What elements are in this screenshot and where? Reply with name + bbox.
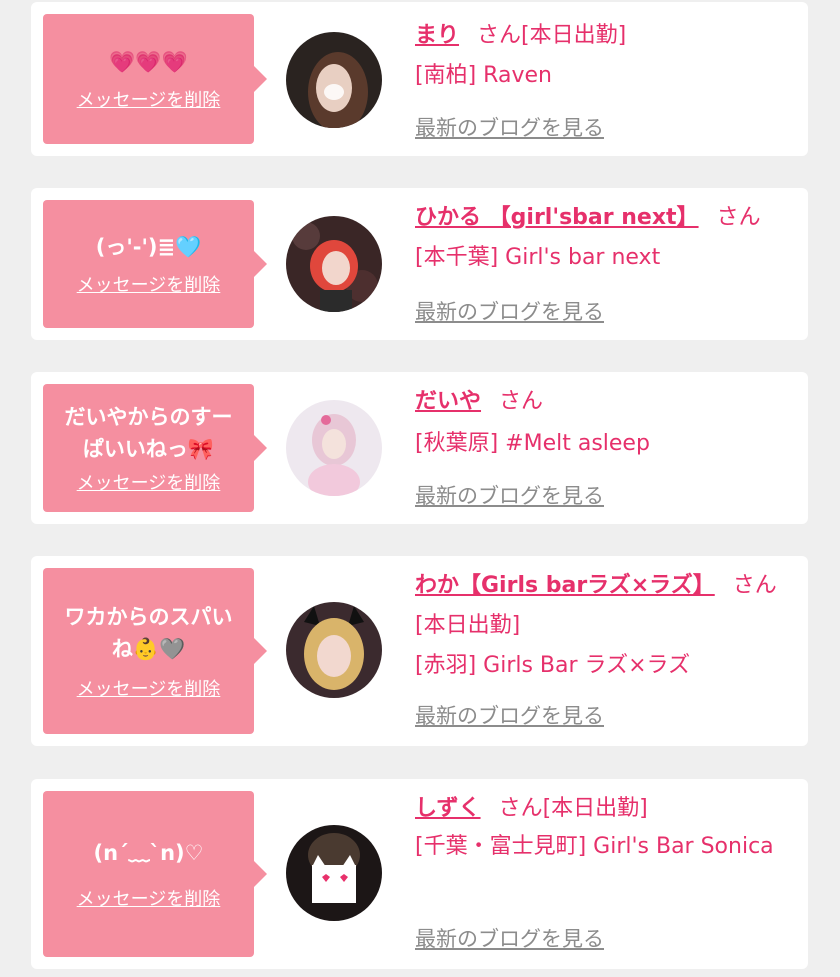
card-info: しずく さん[本日出勤] [千葉・富士見町] Girl's Bar Sonica — [415, 789, 786, 867]
latest-blog-link[interactable]: 最新のブログを見る — [415, 296, 604, 326]
shop-label: [赤羽] Girls Bar ラズ×ラズ — [415, 653, 691, 678]
message-text: (っ'-')≣🩵 — [95, 235, 202, 259]
cast-name-link[interactable]: まり — [415, 23, 459, 48]
cast-name-link[interactable]: わか【Girls barラズ×ラズ】 — [415, 573, 715, 598]
shop-label: [南柏] Raven — [415, 63, 552, 88]
delete-message-link[interactable]: メッセージを削除 — [77, 469, 221, 495]
latest-blog-link[interactable]: 最新のブログを見る — [415, 700, 604, 730]
cast-name-link[interactable]: ひかる 【girl'sbar next】 — [415, 205, 699, 230]
message-bubble: (n´﹏`n)♡ メッセージを削除 — [43, 791, 267, 957]
message-bubble: 💗💗💗 メッセージを削除 — [43, 14, 267, 144]
message-card-5: (n´﹏`n)♡ メッセージを削除 しずく さん[本日出勤] [千葉・富士見町] … — [31, 779, 808, 969]
delete-message-link[interactable]: メッセージを削除 — [77, 885, 221, 911]
san-label: さん — [498, 796, 543, 821]
avatar[interactable] — [286, 216, 382, 312]
delete-message-link[interactable]: メッセージを削除 — [77, 271, 221, 297]
delete-message-link[interactable]: メッセージを削除 — [77, 675, 221, 701]
shop-label: [本千葉] Girl's bar next — [415, 245, 661, 270]
card-info: まり さん[本日出勤] [南柏] Raven — [415, 16, 786, 96]
avatar[interactable] — [286, 400, 382, 496]
latest-blog-link[interactable]: 最新のブログを見る — [415, 923, 604, 953]
message-text: (n´﹏`n)♡ — [93, 841, 204, 865]
card-info: わか【Girls barラズ×ラズ】 さん [本日出勤] [赤羽] Girls Ba… — [415, 566, 786, 686]
latest-blog-link[interactable]: 最新のブログを見る — [415, 112, 604, 142]
avatar[interactable] — [286, 602, 382, 698]
card-info: ひかる 【girl'sbar next】 さん [本千葉] Girl's bar … — [415, 198, 786, 278]
san-label: さん — [716, 205, 761, 230]
message-text: だいやからのすー — [64, 405, 233, 429]
message-text: ぱいいねっ🎀 — [82, 437, 215, 461]
message-card-2: (っ'-')≣🩵 メッセージを削除 ひかる 【girl'sbar next】 さん… — [31, 188, 808, 340]
san-label: さん — [477, 23, 522, 48]
message-card-4: ワカからのスパい ね👶🩶 メッセージを削除 わか【Girls barラズ×ラズ】… — [31, 556, 808, 746]
avatar[interactable] — [286, 825, 382, 921]
cast-name-link[interactable]: だいや — [415, 389, 481, 414]
shop-label: [千葉・富士見町] Girl's Bar Sonica — [415, 834, 774, 859]
san-label: さん — [499, 389, 544, 414]
message-bubble: ワカからのスパい ね👶🩶 メッセージを削除 — [43, 568, 267, 734]
message-bubble: だいやからのすー ぱいいねっ🎀 メッセージを削除 — [43, 384, 267, 512]
message-bubble: (っ'-')≣🩵 メッセージを削除 — [43, 200, 267, 328]
card-info: だいや さん [秋葉原] #Melt asleep — [415, 382, 786, 464]
status-label: [本日出勤] — [521, 23, 627, 48]
delete-message-link[interactable]: メッセージを削除 — [77, 86, 221, 112]
latest-blog-link[interactable]: 最新のブログを見る — [415, 480, 604, 510]
message-card-1: 💗💗💗 メッセージを削除 まり さん[本日出勤] [南柏] Raven 最新のブロ… — [31, 2, 808, 156]
message-text: ワカからのスパい — [64, 605, 233, 629]
shop-label: [秋葉原] #Melt asleep — [415, 431, 650, 456]
message-card-3: だいやからのすー ぱいいねっ🎀 メッセージを削除 だいや さん [秋葉原] #Me… — [31, 372, 808, 524]
status-label: [本日出勤] — [415, 613, 521, 638]
status-label: [本日出勤] — [542, 796, 648, 821]
avatar[interactable] — [286, 32, 382, 128]
message-text: ね👶🩶 — [111, 637, 186, 661]
message-text: 💗💗💗 — [109, 50, 188, 74]
cast-name-link[interactable]: しずく — [415, 796, 481, 821]
san-label: さん — [732, 573, 777, 598]
